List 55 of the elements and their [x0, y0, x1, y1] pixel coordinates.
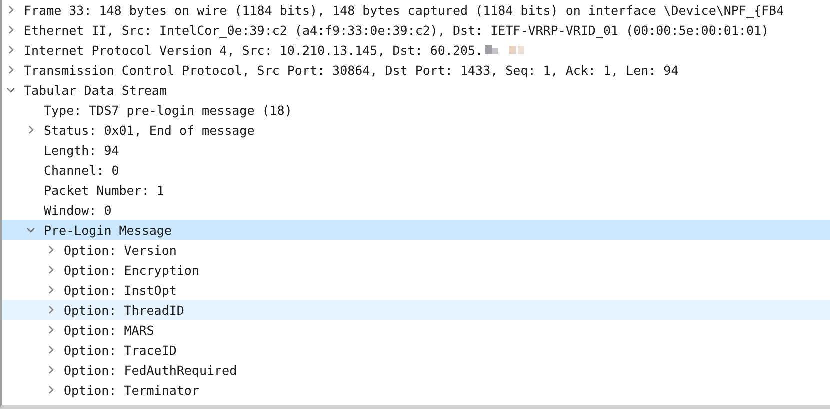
field-text: Option: MARS — [64, 322, 154, 338]
tree-row[interactable]: Internet Protocol Version 4, Src: 10.210.13.145, Dst: 60.205. — [2, 40, 830, 60]
tree-row[interactable]: Option: TraceID — [2, 340, 830, 360]
tree-row[interactable]: Option: InstOpt — [2, 280, 830, 300]
chevron-right-icon[interactable] — [6, 65, 16, 75]
tree-row[interactable]: Frame 33: 148 bytes on wire (1184 bits), 148 bytes captured (1184 bits) on interface \Device\NPF_{FB4 — [2, 0, 830, 20]
chevron-right-icon[interactable] — [46, 385, 56, 395]
chevron-right-icon[interactable] — [46, 285, 56, 295]
chevron-down-icon[interactable] — [26, 225, 36, 235]
chevron-right-icon[interactable] — [6, 5, 16, 15]
tree-row[interactable]: Type: TDS7 pre-login message (18) — [2, 100, 830, 120]
tree-row[interactable]: Status: 0x01, End of message — [2, 120, 830, 140]
field-text: Transmission Control Protocol, Src Port: 30864, Dst Port: 1433, Seq: 1, Ack: 1, Len: 94 — [24, 62, 679, 78]
tree-row[interactable]: Option: Encryption — [2, 260, 830, 280]
chevron-right-icon[interactable] — [6, 25, 16, 35]
field-text: Ethernet II, Src: IntelCor_0e:39:c2 (a4:f9:33:0e:39:c2), Dst: IETF-VRRP-VRID_01 (00:00:5e:00:01:01) — [24, 22, 770, 38]
field-text: Option: TraceID — [64, 342, 177, 358]
field-text: Option: InstOpt — [64, 282, 177, 298]
field-text: Option: FedAuthRequired — [64, 362, 238, 378]
chevron-right-icon[interactable] — [46, 265, 56, 275]
tree-row[interactable]: Window: 0 — [2, 200, 830, 220]
field-text: Option: Encryption — [64, 262, 200, 278]
tree-row[interactable]: Transmission Control Protocol, Src Port: 30864, Dst Port: 1433, Seq: 1, Ack: 1, Len: 94 — [2, 60, 830, 80]
tree-row[interactable]: Channel: 0 — [2, 160, 830, 180]
field-text: Length: 94 — [44, 142, 120, 158]
chevron-right-icon[interactable] — [26, 125, 36, 135]
field-text: Channel: 0 — [44, 162, 120, 178]
field-text: Option: Version — [64, 242, 177, 258]
tree-row[interactable]: Option: MARS — [2, 320, 830, 340]
field-text: Type: TDS7 pre-login message (18) — [44, 102, 292, 118]
tree-row[interactable]: Length: 94 — [2, 140, 830, 160]
field-text: Status: 0x01, End of message — [44, 122, 255, 138]
chevron-right-icon[interactable] — [46, 305, 56, 315]
tree-row[interactable]: Packet Number: 1 — [2, 180, 830, 200]
tree-row[interactable]: Option: ThreadID — [2, 300, 830, 320]
chevron-right-icon[interactable] — [6, 45, 16, 55]
field-text: Option: ThreadID — [64, 302, 184, 318]
field-text: Tabular Data Stream — [24, 82, 167, 98]
field-text: Internet Protocol Version 4, Src: 10.210.13.145, Dst: 60.205. — [24, 42, 484, 58]
chevron-right-icon[interactable] — [46, 245, 56, 255]
tree-row[interactable]: Option: Version — [2, 240, 830, 260]
tree-row[interactable]: Pre-Login Message — [2, 220, 830, 240]
field-text: Option: Terminator — [64, 382, 200, 398]
chevron-right-icon[interactable] — [46, 325, 56, 335]
chevron-right-icon[interactable] — [46, 345, 56, 355]
field-text: Packet Number: 1 — [44, 182, 164, 198]
tree-row[interactable]: Option: Terminator — [2, 380, 830, 400]
field-text: Pre-Login Message — [44, 222, 172, 238]
chevron-down-icon[interactable] — [6, 85, 16, 95]
field-text: Window: 0 — [44, 202, 112, 218]
chevron-right-icon[interactable] — [46, 365, 56, 375]
tree-row[interactable]: Tabular Data Stream — [2, 80, 830, 100]
field-text: Frame 33: 148 bytes on wire (1184 bits), 148 bytes captured (1184 bits) on interface \Device\NPF_{FB4 — [24, 2, 784, 18]
tree-row[interactable]: Option: FedAuthRequired — [2, 360, 830, 380]
tree-row[interactable]: Ethernet II, Src: IntelCor_0e:39:c2 (a4:f9:33:0e:39:c2), Dst: IETF-VRRP-VRID_01 (00:00:5e:00:01:01) — [2, 20, 830, 40]
